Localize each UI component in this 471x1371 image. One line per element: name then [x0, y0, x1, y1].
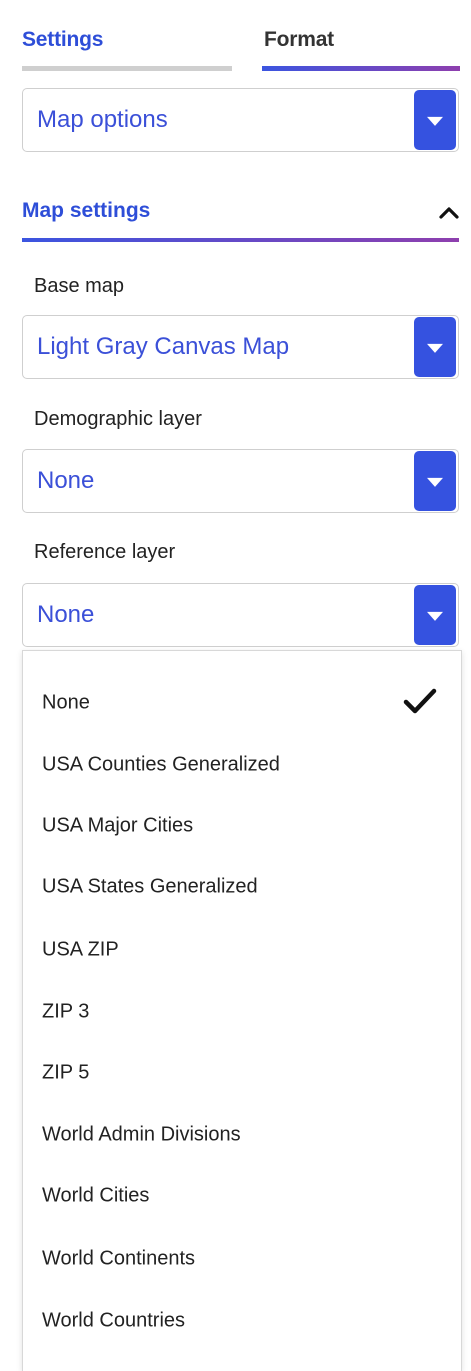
list-item[interactable]: World Cities — [23, 1166, 461, 1226]
option-label: USA States Generalized — [42, 875, 258, 898]
tab-format-underline — [262, 66, 460, 71]
demographic-layer-value: None — [37, 467, 95, 494]
chevron-up-icon[interactable] — [438, 204, 460, 220]
list-item[interactable]: World Countries — [23, 1291, 461, 1351]
option-label: World Admin Divisions — [42, 1123, 241, 1146]
list-item[interactable]: ZIP 5 — [23, 1043, 461, 1103]
tab-format[interactable]: Format — [264, 28, 334, 52]
caret-down-icon — [427, 477, 443, 487]
reference-layer-label: Reference layer — [34, 541, 176, 563]
option-label: USA Major Cities — [42, 814, 194, 837]
section-title: Map settings — [22, 199, 151, 222]
reference-layer-options-list: None USA Counties Generalized USA Major … — [22, 650, 462, 1371]
map-options-value: Map options — [37, 106, 168, 133]
list-item[interactable]: USA Counties Generalized — [23, 735, 461, 795]
option-label: USA ZIP — [42, 938, 119, 961]
list-item[interactable]: USA States Generalized — [23, 857, 461, 917]
check-icon — [403, 688, 437, 714]
caret-down-icon — [427, 343, 443, 353]
option-label: World Cities — [42, 1184, 150, 1207]
list-item[interactable]: ZIP 3 — [23, 982, 461, 1042]
tab-settings[interactable]: Settings — [22, 28, 103, 52]
reference-layer-select[interactable]: None — [22, 583, 459, 647]
tab-settings-underline — [22, 66, 232, 71]
option-label: World Continents — [42, 1247, 196, 1270]
list-item[interactable]: None — [23, 673, 461, 733]
caret-down-icon — [427, 116, 443, 126]
option-label: None — [42, 691, 90, 714]
option-label: World Countries — [42, 1309, 186, 1332]
caret-down-icon — [427, 611, 443, 621]
list-item[interactable]: USA Major Cities — [23, 796, 461, 856]
demographic-layer-label: Demographic layer — [34, 408, 202, 430]
list-item[interactable]: USA ZIP — [23, 920, 461, 980]
format-panel: Settings Format Map options Map settings… — [0, 0, 471, 1371]
demographic-layer-select[interactable]: None — [22, 449, 459, 513]
base-map-label: Base map — [34, 275, 125, 297]
base-map-value: Light Gray Canvas Map — [37, 333, 290, 360]
section-underline — [22, 238, 459, 242]
reference-layer-value: None — [37, 601, 95, 628]
option-label: ZIP 3 — [42, 1000, 90, 1023]
map-options-select[interactable]: Map options — [22, 88, 459, 152]
map-options-dropdown-button[interactable] — [414, 90, 456, 150]
reference-layer-dropdown-button[interactable] — [414, 585, 456, 645]
base-map-dropdown-button[interactable] — [414, 317, 456, 377]
base-map-select[interactable]: Light Gray Canvas Map — [22, 315, 459, 379]
demographic-layer-dropdown-button[interactable] — [414, 451, 456, 511]
option-label: ZIP 5 — [42, 1061, 90, 1084]
list-item[interactable]: World Continents — [23, 1229, 461, 1289]
list-item[interactable]: World Admin Divisions — [23, 1105, 461, 1165]
option-label: USA Counties Generalized — [42, 753, 280, 776]
